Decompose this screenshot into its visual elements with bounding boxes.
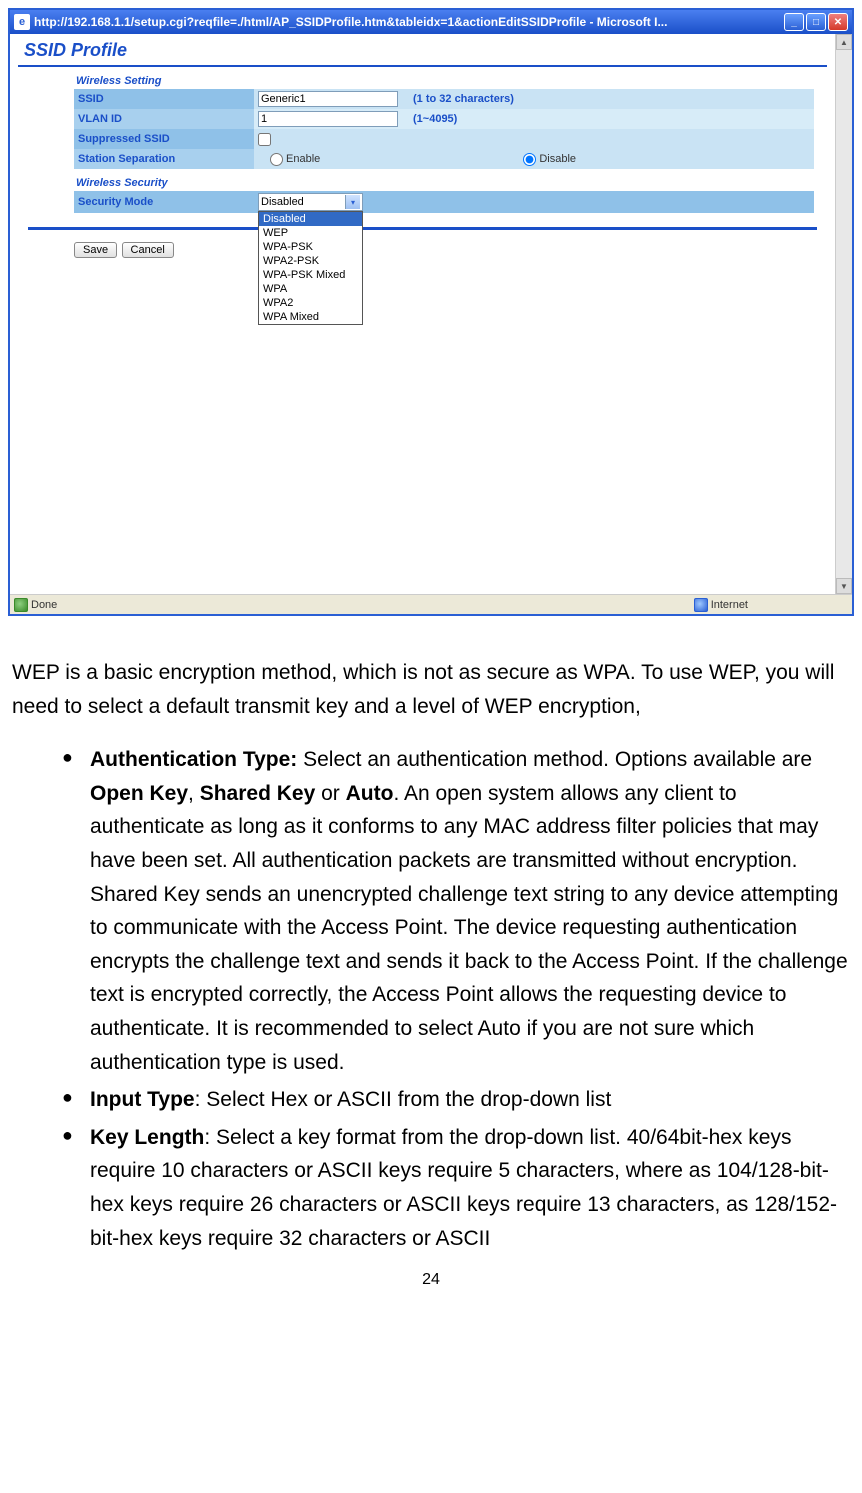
button-row: Save Cancel [74, 240, 827, 258]
security-mode-label: Security Mode [74, 191, 254, 213]
ssid-input[interactable] [258, 91, 398, 107]
option-wpa2[interactable]: WPA2 [259, 296, 362, 310]
scroll-down-arrow-icon[interactable]: ▼ [836, 578, 852, 594]
select-collapsed[interactable]: Disabled ▾ [258, 193, 363, 211]
row-suppressed: Suppressed SSID [74, 129, 814, 149]
option-wpa-psk[interactable]: WPA-PSK [259, 240, 362, 254]
row-vlan: VLAN ID (1~4095) [74, 109, 814, 129]
ssid-field-cell [254, 89, 409, 109]
option-wpa2-psk[interactable]: WPA2-PSK [259, 254, 362, 268]
section-wireless-security: Wireless Security [76, 177, 827, 189]
scroll-up-arrow-icon[interactable]: ▲ [836, 34, 852, 50]
status-left: Done [14, 598, 57, 612]
row-ssid: SSID (1 to 32 characters) [74, 89, 814, 109]
enable-option[interactable]: Enable [270, 153, 320, 165]
bullet-input-type: Input Type: Select Hex or ASCII from the… [62, 1083, 850, 1117]
content-area: SSID Profile Wireless Setting SSID (1 to… [10, 34, 835, 594]
suppressed-checkbox[interactable] [258, 133, 271, 146]
enable-radio[interactable] [270, 153, 283, 166]
bullet-key-length: Key Length: Select a key format from the… [62, 1121, 850, 1255]
ie-icon: e [14, 14, 30, 30]
security-mode-dropdown: Disabled WEP WPA-PSK WPA2-PSK WPA-PSK Mi… [258, 211, 363, 325]
scroll-track[interactable] [836, 51, 852, 577]
status-right: Internet [694, 598, 748, 612]
save-button[interactable]: Save [74, 242, 117, 258]
ssid-label: SSID [74, 89, 254, 109]
disable-option[interactable]: Disable [523, 153, 576, 165]
vlan-label: VLAN ID [74, 109, 254, 129]
suppressed-label: Suppressed SSID [74, 129, 254, 149]
status-bar: Done Internet [10, 594, 852, 614]
wireless-setting-table: SSID (1 to 32 characters) VLAN ID (1~409… [74, 89, 814, 169]
station-sep-label: Station Separation [74, 149, 254, 169]
ssid-hint: (1 to 32 characters) [409, 89, 814, 109]
section-wireless-setting: Wireless Setting [76, 75, 827, 87]
page-number: 24 [0, 1271, 862, 1289]
row-station-separation: Station Separation Enable Disable [74, 149, 814, 169]
auth-label: Authentication Type: [90, 748, 297, 771]
vlan-input[interactable] [258, 111, 398, 127]
security-mode-field: Disabled ▾ Disabled WEP WPA-PSK WPA2-PSK… [254, 191, 814, 213]
vertical-scrollbar[interactable]: ▲ ▼ [835, 34, 852, 594]
option-disabled[interactable]: Disabled [259, 212, 362, 226]
done-icon [14, 598, 28, 612]
security-mode-select[interactable]: Disabled ▾ Disabled WEP WPA-PSK WPA2-PSK… [258, 193, 363, 211]
vlan-field-cell [254, 109, 409, 129]
disable-radio[interactable] [523, 153, 536, 166]
status-done-text: Done [31, 599, 57, 611]
cancel-button[interactable]: Cancel [122, 242, 174, 258]
minimize-button[interactable]: _ [784, 13, 804, 31]
bullet-auth: Authentication Type: Select an authentic… [62, 743, 850, 1079]
bullet-list: Authentication Type: Select an authentic… [12, 743, 850, 1255]
station-sep-field: Enable Disable [254, 149, 814, 169]
chevron-down-icon: ▾ [345, 195, 360, 209]
selected-value: Disabled [261, 196, 304, 208]
key-length-label: Key Length [90, 1126, 204, 1149]
page-title: SSID Profile [18, 38, 827, 67]
suppressed-hint [409, 129, 814, 149]
window-title: http://192.168.1.1/setup.cgi?reqfile=./h… [34, 15, 784, 29]
input-type-label: Input Type [90, 1088, 195, 1111]
status-internet-text: Internet [711, 599, 748, 611]
browser-window: e http://192.168.1.1/setup.cgi?reqfile=.… [8, 8, 854, 616]
horizontal-rule [28, 227, 817, 230]
option-wpa-psk-mixed[interactable]: WPA-PSK Mixed [259, 268, 362, 282]
vlan-hint: (1~4095) [409, 109, 814, 129]
suppressed-field-cell [254, 129, 409, 149]
title-bar: e http://192.168.1.1/setup.cgi?reqfile=.… [10, 10, 852, 34]
option-wpa-mixed[interactable]: WPA Mixed [259, 310, 362, 324]
maximize-button[interactable]: □ [806, 13, 826, 31]
wireless-security-table: Security Mode Disabled ▾ Disabled WEP WP… [74, 191, 814, 213]
page-body: SSID Profile Wireless Setting SSID (1 to… [10, 34, 852, 594]
internet-icon [694, 598, 708, 612]
window-buttons: _ □ ✕ [784, 13, 848, 31]
row-security-mode: Security Mode Disabled ▾ Disabled WEP WP… [74, 191, 814, 213]
document-text: WEP is a basic encryption method, which … [0, 624, 862, 1255]
option-wep[interactable]: WEP [259, 226, 362, 240]
close-button[interactable]: ✕ [828, 13, 848, 31]
intro-paragraph: WEP is a basic encryption method, which … [12, 656, 850, 723]
option-wpa[interactable]: WPA [259, 282, 362, 296]
